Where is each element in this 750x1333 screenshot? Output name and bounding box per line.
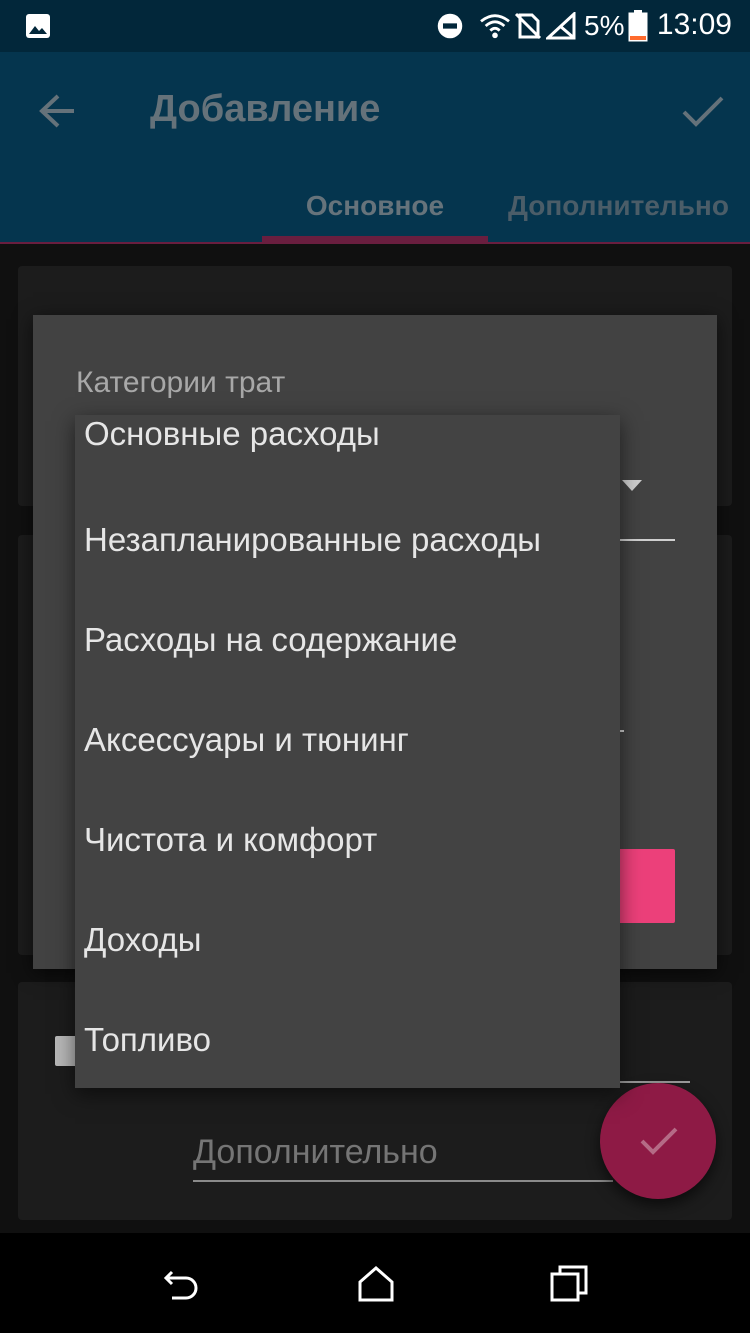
dropdown-item[interactable]: Аксессуары и тюнинг: [84, 721, 614, 821]
page-title: Добавление: [150, 88, 381, 130]
clock: 13:09: [656, 8, 732, 41]
dropdown-item[interactable]: Топливо: [84, 1021, 614, 1121]
check-icon: [640, 1127, 678, 1155]
no-sim-icon: [514, 12, 542, 40]
dialog-label: Категории трат: [76, 366, 286, 399]
fab-confirm-button[interactable]: [600, 1083, 716, 1199]
no-signal-icon: [546, 12, 576, 40]
wifi-icon: [480, 14, 510, 39]
nav-recents-icon[interactable]: [548, 1262, 592, 1306]
category-dropdown-menu: Основные расходы Незапланированные расхо…: [75, 415, 620, 1088]
image-notification-icon: [26, 14, 50, 38]
nav-home-icon[interactable]: [354, 1262, 398, 1306]
battery-icon: [628, 10, 648, 42]
tab-main[interactable]: Основное: [262, 190, 488, 222]
battery-percent: 5%: [584, 10, 625, 41]
back-arrow-icon[interactable]: [30, 86, 86, 136]
do-not-disturb-icon: [437, 13, 463, 39]
dropdown-item[interactable]: Чистота и комфорт: [84, 821, 614, 921]
extra-input[interactable]: [193, 1125, 613, 1182]
nav-back-icon[interactable]: [160, 1262, 204, 1306]
dropdown-item[interactable]: Незапланированные расходы: [84, 521, 614, 621]
header-divider: [0, 242, 750, 244]
status-bar: 5% 13:09: [0, 0, 750, 52]
dropdown-arrow-icon[interactable]: [622, 480, 642, 491]
tab-extra[interactable]: Дополнительно: [508, 190, 729, 222]
dropdown-item[interactable]: Расходы на содержание: [84, 621, 614, 721]
select-underline: [620, 539, 675, 541]
check-icon[interactable]: [678, 86, 728, 136]
dropdown-item[interactable]: Доходы: [84, 921, 614, 1021]
dropdown-item[interactable]: Основные расходы: [84, 415, 614, 515]
